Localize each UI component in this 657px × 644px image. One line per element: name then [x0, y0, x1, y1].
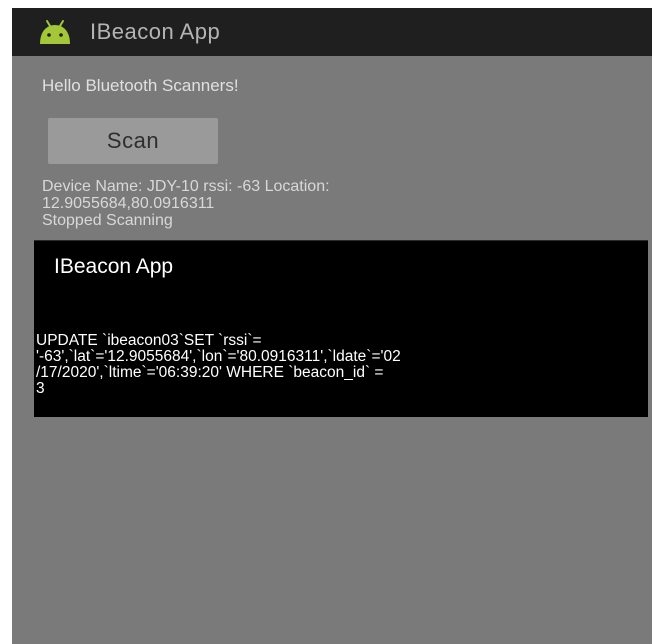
- dialog-message-line: /17/2020',`ltime`='06:39:20' WHERE `beac…: [36, 364, 384, 381]
- scan-button[interactable]: Scan: [48, 118, 218, 164]
- location-line: 12.9055684,80.0916311: [42, 195, 215, 212]
- app-title: IBeacon App: [90, 19, 221, 44]
- action-bar: IBeacon App: [12, 8, 652, 56]
- alert-dialog: IBeacon App UPDATE `ibeacon03`SET `rssi`…: [34, 240, 648, 417]
- android-icon: [40, 20, 70, 44]
- dialog-message-line: UPDATE `ibeacon03`SET `rssi`=: [36, 332, 262, 349]
- dialog-message-line: '-63',`lat`='12.9055684',`lon`='80.09163…: [36, 348, 401, 365]
- dialog-message: UPDATE `ibeacon03`SET `rssi`= '-63',`lat…: [36, 333, 646, 397]
- scan-status: Device Name: JDY-10 rssi: -63 Location: …: [42, 178, 632, 229]
- app-screen: IBeacon App Hello Bluetooth Scanners! Sc…: [12, 8, 652, 644]
- device-info-line: Device Name: JDY-10 rssi: -63 Location:: [42, 178, 330, 195]
- greeting-text: Hello Bluetooth Scanners!: [42, 76, 239, 95]
- dialog-title: IBeacon App: [54, 255, 174, 278]
- dialog-message-line: 3: [36, 380, 45, 397]
- scan-state-line: Stopped Scanning: [42, 212, 173, 229]
